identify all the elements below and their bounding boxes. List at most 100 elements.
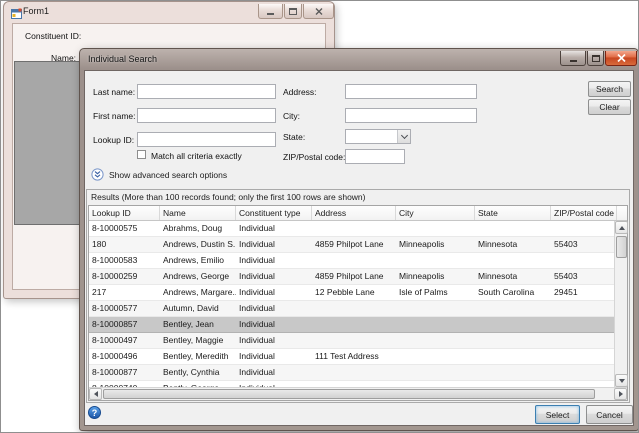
results-cell xyxy=(396,301,475,316)
results-row[interactable]: 180Andrews, Dustin S.Individual4859 Phil… xyxy=(89,237,614,253)
last-name-input[interactable] xyxy=(137,84,276,99)
form1-titlebar[interactable]: Form1 xyxy=(4,2,334,23)
results-cell: Individual xyxy=(236,253,312,268)
first-name-label: First name: xyxy=(93,111,136,121)
triangle-left-icon xyxy=(94,391,98,397)
dialog-maximize-button[interactable] xyxy=(587,51,604,66)
city-input[interactable] xyxy=(345,108,477,123)
chevron-down-icon xyxy=(400,131,407,138)
results-cell xyxy=(396,253,475,268)
results-cell xyxy=(396,349,475,364)
results-grid: Lookup ID Name Constituent type Address … xyxy=(88,205,628,401)
results-cell: Minnesota xyxy=(475,237,551,252)
results-cell: Andrews, Margare... xyxy=(160,285,236,300)
results-cell xyxy=(312,253,396,268)
results-cell: Individual xyxy=(236,237,312,252)
results-row[interactable]: 8-10000497Bentley, MaggieIndividual xyxy=(89,333,614,349)
form1-close-button[interactable] xyxy=(303,4,334,19)
column-header-address[interactable]: Address xyxy=(312,206,396,220)
results-cell: 4859 Philpot Lane xyxy=(312,269,396,284)
column-header-city[interactable]: City xyxy=(396,206,475,220)
results-cell xyxy=(551,317,614,332)
zip-input[interactable] xyxy=(345,149,405,164)
match-all-checkbox[interactable] xyxy=(137,150,146,159)
results-cell: 111 Test Address xyxy=(312,349,396,364)
vertical-scrollbar-thumb[interactable] xyxy=(616,236,627,258)
city-label: City: xyxy=(283,111,300,121)
select-button[interactable]: Select xyxy=(535,405,580,424)
results-grid-rows: 8-10000575Abrahms, DougIndividual180Andr… xyxy=(89,221,614,387)
lookup-id-label: Lookup ID: xyxy=(93,135,134,145)
clear-button[interactable]: Clear xyxy=(588,99,631,115)
match-all-label: Match all criteria exactly xyxy=(151,151,242,161)
results-cell xyxy=(475,333,551,348)
results-row[interactable]: 8-10000575Abrahms, DougIndividual xyxy=(89,221,614,237)
individual-search-dialog: Individual Search Last name: First name:… xyxy=(79,48,639,431)
results-cell xyxy=(475,317,551,332)
results-cell: Bentley, Meredith xyxy=(160,349,236,364)
results-row[interactable]: 8-10000857Bentley, JeanIndividual xyxy=(89,317,614,333)
help-icon[interactable]: ? xyxy=(88,406,101,419)
results-cell: 8-10000857 xyxy=(89,317,160,332)
combo-dropdown-button[interactable] xyxy=(397,130,410,143)
results-cell: 4859 Philpot Lane xyxy=(312,237,396,252)
column-header-lookup-id[interactable]: Lookup ID xyxy=(89,206,160,220)
scroll-up-button[interactable] xyxy=(615,221,628,234)
form1-minimize-button[interactable] xyxy=(258,4,283,19)
dialog-minimize-button[interactable] xyxy=(560,51,586,66)
lookup-id-input[interactable] xyxy=(137,132,276,147)
minimize-icon xyxy=(570,60,577,62)
show-advanced-options-toggle[interactable]: Show advanced search options xyxy=(91,168,227,181)
results-cell xyxy=(396,317,475,332)
double-chevron-down-icon xyxy=(91,168,104,181)
results-cell: Minneapolis xyxy=(396,269,475,284)
results-cell: 29451 xyxy=(551,285,614,300)
results-cell xyxy=(551,349,614,364)
scroll-down-button[interactable] xyxy=(615,374,628,387)
results-cell: Bently, Cynthia xyxy=(160,365,236,380)
results-row[interactable]: 8-10000877Bently, CynthiaIndividual xyxy=(89,365,614,381)
results-cell: Andrews, Dustin S. xyxy=(160,237,236,252)
dialog-close-button[interactable] xyxy=(605,51,637,66)
results-row[interactable]: 8-10000577Autumn, DavidIndividual xyxy=(89,301,614,317)
results-cell: Bentley, Maggie xyxy=(160,333,236,348)
column-header-name[interactable]: Name xyxy=(160,206,236,220)
results-cell: 12 Pebble Lane xyxy=(312,285,396,300)
results-row[interactable]: 8-10000583Andrews, EmilioIndividual xyxy=(89,253,614,269)
results-row[interactable]: 217Andrews, Margare...Individual12 Pebbl… xyxy=(89,285,614,301)
results-cell: 8-10000877 xyxy=(89,365,160,380)
first-name-input[interactable] xyxy=(137,108,276,123)
results-cell xyxy=(396,221,475,236)
results-cell xyxy=(312,333,396,348)
maximize-icon xyxy=(289,8,297,15)
state-label: State: xyxy=(283,132,305,142)
horizontal-scrollbar-thumb[interactable] xyxy=(103,389,595,399)
results-cell: Individual xyxy=(236,221,312,236)
results-row[interactable]: 8-10000259Andrews, GeorgeIndividual4859 … xyxy=(89,269,614,285)
form1-maximize-button[interactable] xyxy=(284,4,302,19)
results-cell: 8-10000583 xyxy=(89,253,160,268)
results-cell: Individual xyxy=(236,349,312,364)
form1-window-title: Form1 xyxy=(23,6,49,16)
column-header-zip[interactable]: ZIP/Postal code xyxy=(551,206,617,220)
triangle-up-icon xyxy=(619,226,625,230)
horizontal-scrollbar[interactable] xyxy=(89,387,627,400)
scroll-right-button[interactable] xyxy=(614,388,627,400)
results-cell: Individual xyxy=(236,269,312,284)
state-combobox[interactable] xyxy=(345,129,411,144)
scroll-left-button[interactable] xyxy=(89,388,102,400)
results-cell: Individual xyxy=(236,301,312,316)
search-button[interactable]: Search xyxy=(588,81,631,97)
results-cell: 8-10000259 xyxy=(89,269,160,284)
results-cell xyxy=(551,365,614,380)
results-grid-header: Lookup ID Name Constituent type Address … xyxy=(89,206,627,221)
results-group: Results (More than 100 records found; on… xyxy=(86,189,630,403)
results-cell: Minnesota xyxy=(475,269,551,284)
column-header-constituent-type[interactable]: Constituent type xyxy=(236,206,312,220)
vertical-scrollbar[interactable] xyxy=(614,221,627,387)
address-input[interactable] xyxy=(345,84,477,99)
dialog-titlebar[interactable]: Individual Search xyxy=(80,49,638,70)
cancel-button[interactable]: Cancel xyxy=(586,405,633,424)
results-row[interactable]: 8-10000496Bentley, MeredithIndividual111… xyxy=(89,349,614,365)
column-header-state[interactable]: State xyxy=(475,206,551,220)
